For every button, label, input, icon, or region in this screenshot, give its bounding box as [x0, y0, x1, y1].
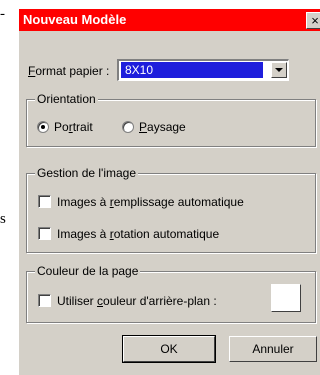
auto-fill-checkbox[interactable]: [38, 195, 51, 208]
portrait-radio[interactable]: [37, 121, 49, 133]
landscape-label: Paysage: [139, 120, 186, 134]
ok-button[interactable]: OK: [122, 335, 216, 363]
edge-fragment-top: -: [0, 6, 5, 22]
new-template-dialog: Nouveau Modèle × Format papier : 8X10 Or…: [18, 8, 320, 375]
auto-rotate-checkbox[interactable]: [38, 227, 51, 240]
close-button[interactable]: ×: [306, 12, 320, 29]
paper-format-value: 8X10: [121, 62, 263, 78]
chevron-down-icon[interactable]: [271, 62, 287, 78]
orientation-group: Orientation Portrait Paysage: [26, 92, 316, 147]
auto-fill-label: Images à remplissage automatique: [57, 195, 244, 209]
paper-format-label: Format papier :: [28, 64, 110, 78]
edge-fragment-bottom: s: [0, 211, 6, 227]
use-bg-color-label: Utiliser couleur d'arrière-plan :: [57, 294, 217, 308]
page-color-group: Couleur de la page Utiliser couleur d'ar…: [26, 264, 316, 323]
orientation-title: Orientation: [35, 92, 98, 106]
cancel-button[interactable]: Annuler: [229, 336, 317, 362]
portrait-label: Portrait: [54, 120, 93, 134]
auto-rotate-label: Images à rotation automatique: [57, 227, 220, 241]
paper-format-select[interactable]: 8X10: [117, 59, 289, 81]
close-icon: ×: [311, 13, 319, 28]
page-color-title: Couleur de la page: [35, 264, 141, 278]
use-bg-color-checkbox[interactable]: [38, 294, 51, 307]
color-picker-button[interactable]: [271, 284, 301, 312]
landscape-radio[interactable]: [122, 121, 134, 133]
image-management-title: Gestion de l'image: [35, 166, 139, 180]
image-management-group: Gestion de l'image Images à remplissage …: [26, 166, 316, 253]
dialog-title: Nouveau Modèle: [23, 12, 127, 27]
title-bar: Nouveau Modèle ×: [19, 9, 320, 31]
background-text-fragment: - s: [0, 0, 20, 375]
